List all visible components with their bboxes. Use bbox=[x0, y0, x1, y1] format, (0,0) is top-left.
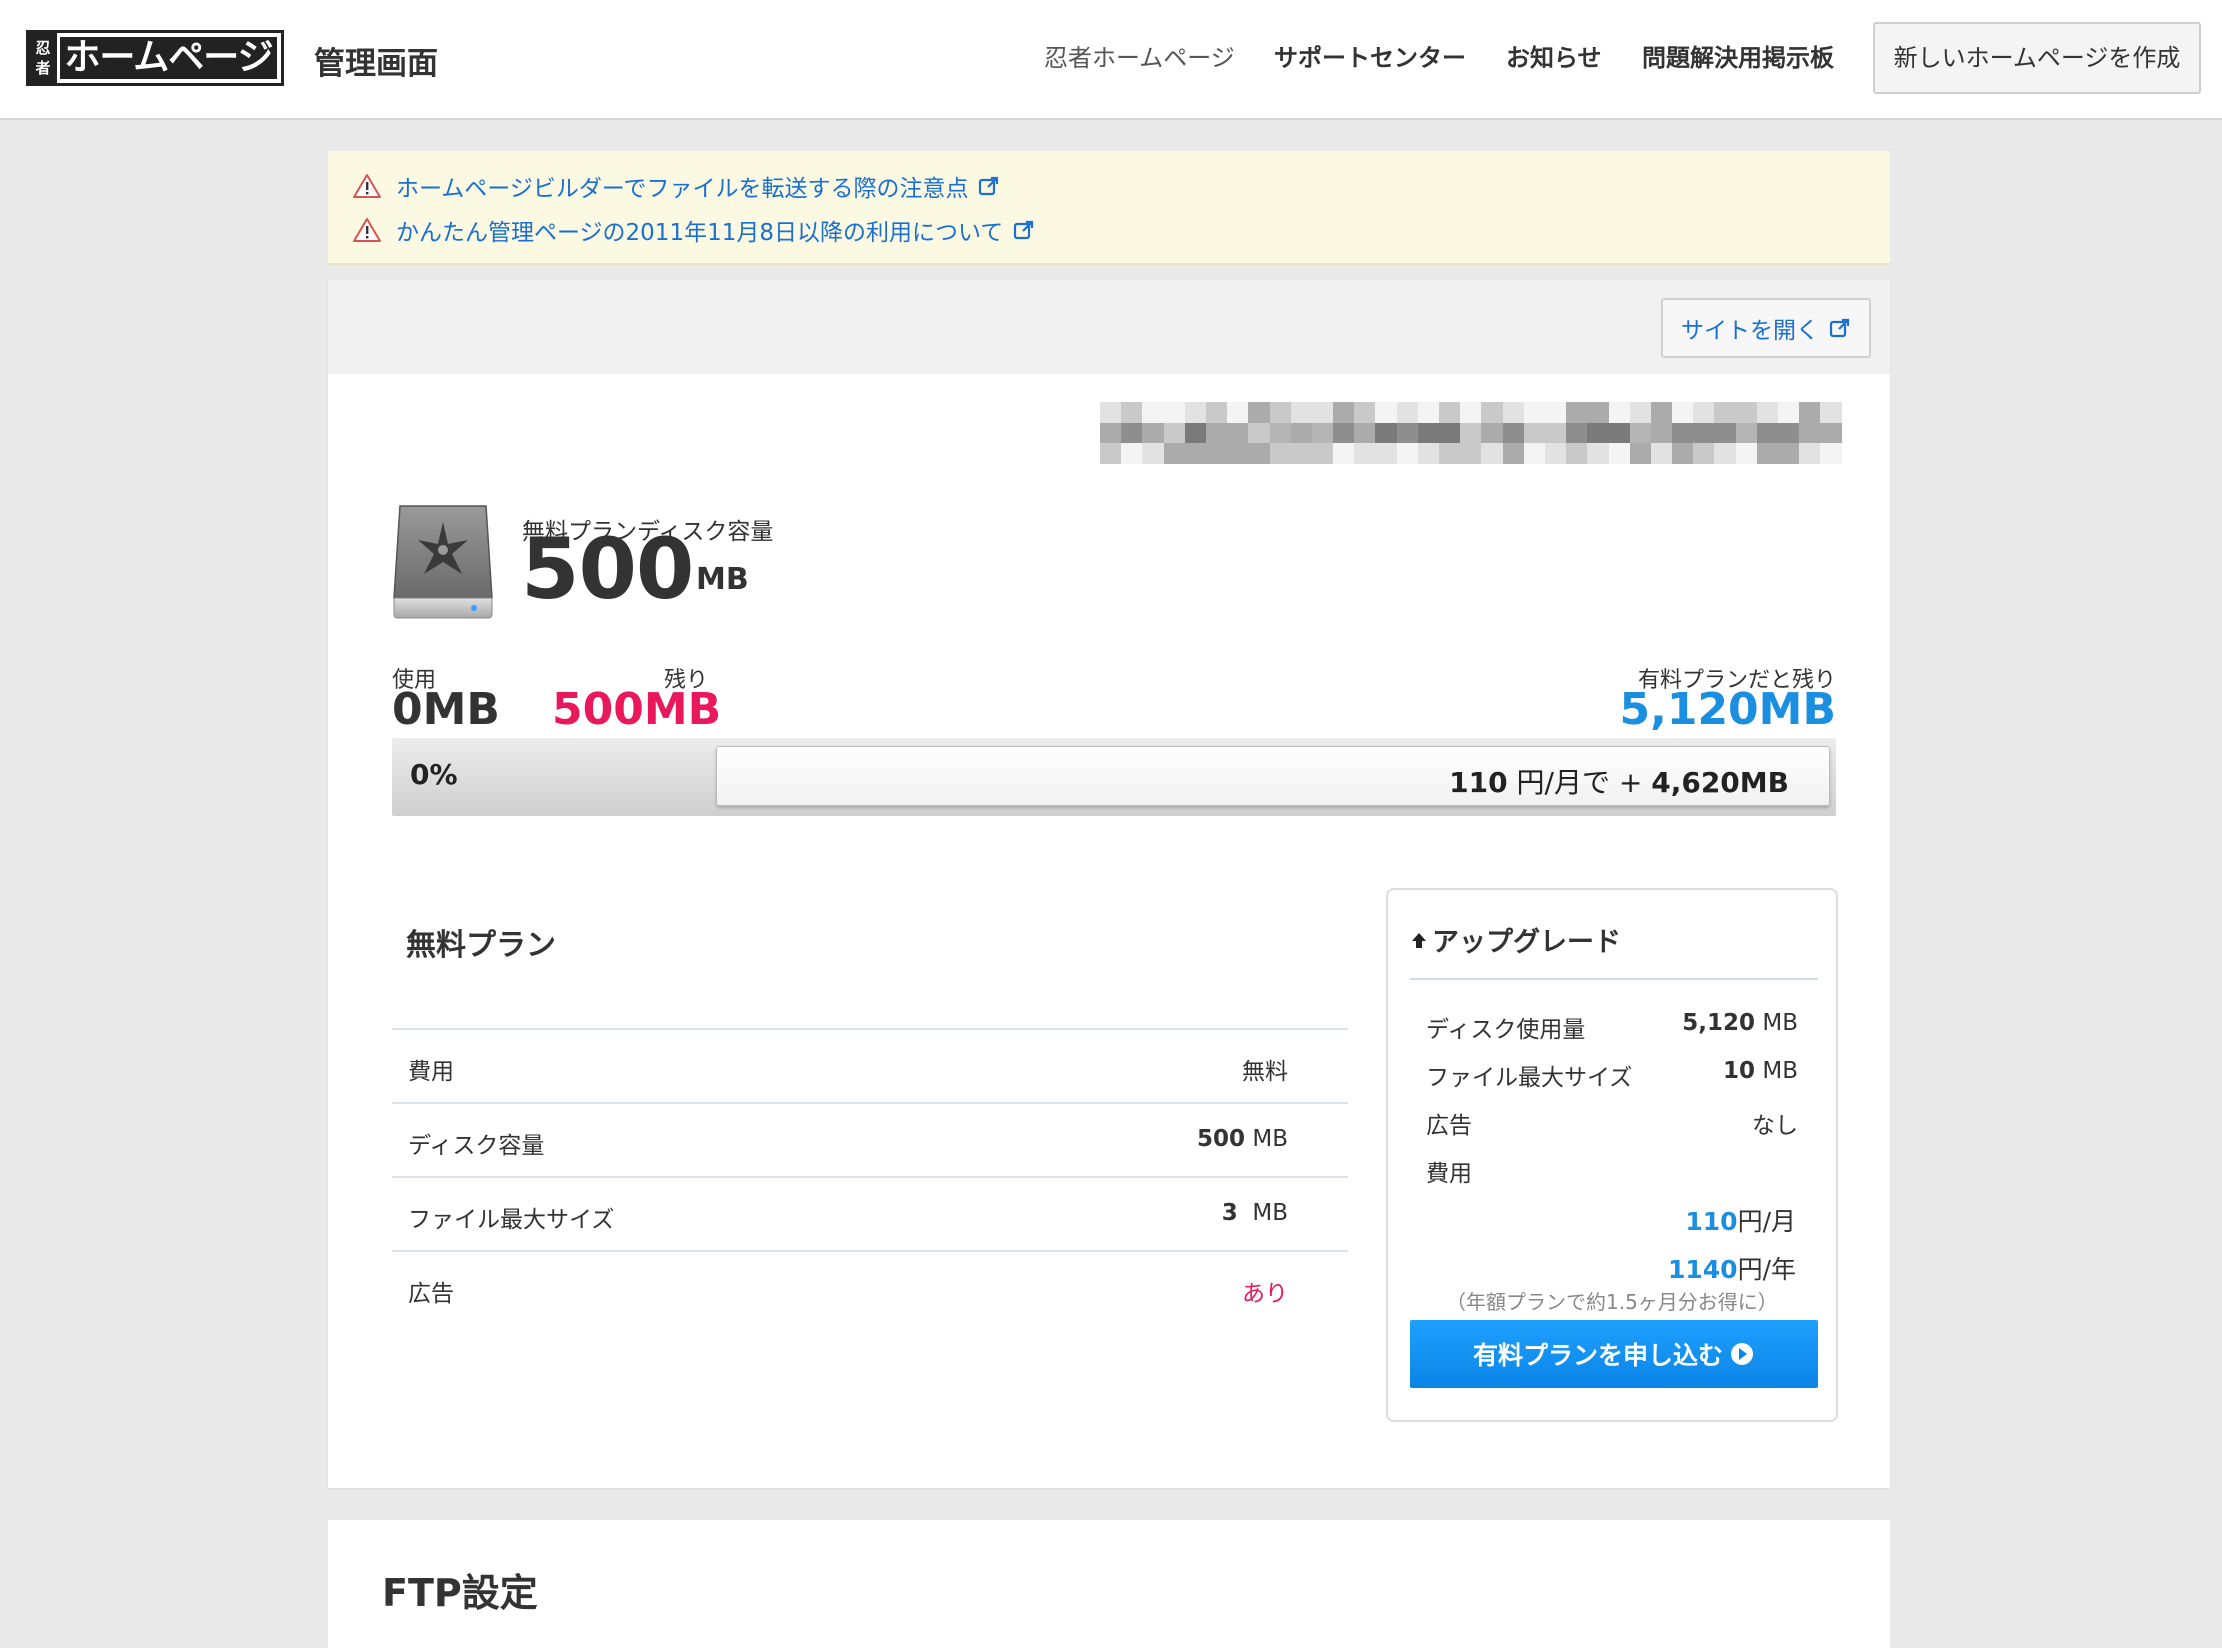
warning-icon bbox=[353, 174, 381, 198]
upgrade-title-text: アップグレード bbox=[1432, 927, 1621, 958]
notice-item[interactable]: かんたん管理ページの2011年11月8日以降の利用について bbox=[352, 213, 1035, 247]
bar-price-unit: 円/月で + bbox=[1516, 766, 1643, 799]
row-key: 費用 bbox=[408, 1059, 454, 1085]
ftp-settings-card: FTP設定 bbox=[328, 1520, 1890, 1648]
row-key: 広告 bbox=[408, 1281, 454, 1307]
warning-icon bbox=[353, 218, 381, 242]
top-header: 忍 者 ホームページ 管理画面 忍者ホームページ サポートセンター お知らせ 問… bbox=[0, 0, 2222, 120]
apply-paid-plan-button[interactable]: 有料プランを申し込む bbox=[1410, 1320, 1818, 1388]
yearly-price-value: 1140 bbox=[1667, 1255, 1738, 1284]
yearly-note: （年額プランで約1.5ヶ月分お得に） bbox=[1446, 1290, 1778, 1314]
logo-text: ホームページ bbox=[60, 37, 277, 79]
bar-extra: 4,620MB bbox=[1651, 766, 1789, 799]
nav-news[interactable]: お知らせ bbox=[1506, 38, 1602, 73]
row-key: ディスク容量 bbox=[408, 1133, 545, 1159]
nav-problem-board[interactable]: 問題解決用掲示板 bbox=[1642, 38, 1834, 73]
table-row: ディスク容量 500 MB bbox=[392, 1102, 1348, 1176]
upgrade-extra-bar[interactable]: 110 円/月で + 4,620MB bbox=[716, 746, 1830, 806]
disk-unit: MB bbox=[1252, 1126, 1288, 1152]
row-value: 10 MB bbox=[1723, 1058, 1798, 1084]
table-row: 費用 無料 bbox=[392, 1028, 1348, 1102]
upgrade-row: 費用 bbox=[1426, 1154, 1798, 1187]
disk-usage-unit: MB bbox=[1762, 1010, 1798, 1036]
table-row: ファイル最大サイズ 3 MB bbox=[392, 1176, 1348, 1250]
notice-link[interactable]: かんたん管理ページの2011年11月8日以降の利用について bbox=[396, 213, 1003, 247]
free-plan-table: 費用 無料 ディスク容量 500 MB ファイル最大サイズ 3 MB 広告 あり bbox=[392, 1028, 1348, 1324]
row-key: ディスク使用量 bbox=[1426, 1017, 1586, 1043]
paid-remaining-value: 5,120MB bbox=[1619, 684, 1837, 735]
upgrade-row: ディスク使用量 5,120 MB bbox=[1426, 1010, 1798, 1043]
row-key: 広告 bbox=[1426, 1113, 1472, 1139]
monthly-price: 110円/月 bbox=[1685, 1202, 1796, 1238]
nav-ninja-homepage[interactable]: 忍者ホームページ bbox=[1044, 38, 1235, 73]
site-card: サイトを開く 無料プランディスク容量 500 MB 使用 0MB 残り 500M… bbox=[328, 280, 1890, 1488]
row-value: 5,120 MB bbox=[1682, 1010, 1798, 1036]
row-key: ファイル最大サイズ bbox=[1426, 1065, 1633, 1091]
disk-value: 500 bbox=[1197, 1126, 1246, 1152]
max-file-unit: MB bbox=[1762, 1058, 1798, 1084]
upgrade-row: 広告 なし bbox=[1426, 1106, 1798, 1139]
row-value: 3 MB bbox=[1222, 1200, 1288, 1226]
notice-box: ホームページビルダーでファイルを転送する際の注意点 かんたん管理ページの2011… bbox=[328, 151, 1890, 265]
open-site-button[interactable]: サイトを開く bbox=[1661, 298, 1871, 358]
play-circle-icon bbox=[1731, 1343, 1753, 1365]
notice-link[interactable]: ホームページビルダーでファイルを転送する際の注意点 bbox=[396, 169, 968, 203]
bar-price: 110 bbox=[1449, 766, 1508, 799]
external-link-icon bbox=[1014, 220, 1034, 240]
redacted-site-url bbox=[1100, 402, 1842, 464]
disk-capacity-value: 500 bbox=[521, 520, 694, 618]
ninja-disk-icon bbox=[393, 505, 493, 619]
upgrade-extra-text: 110 円/月で + 4,620MB bbox=[1449, 761, 1789, 801]
admin-title: 管理画面 bbox=[314, 46, 438, 82]
external-link-icon bbox=[979, 176, 999, 196]
usage-percent: 0% bbox=[410, 758, 458, 791]
row-key: 費用 bbox=[1426, 1161, 1472, 1187]
remaining-value: 500MB bbox=[552, 684, 722, 735]
row-value: 無料 bbox=[1242, 1052, 1288, 1086]
ftp-settings-title: FTP設定 bbox=[382, 1571, 538, 1615]
disk-capacity-unit: MB bbox=[696, 562, 749, 597]
logo-kanji-2: 者 bbox=[35, 59, 51, 77]
file-size-unit: MB bbox=[1252, 1200, 1288, 1226]
external-link-icon bbox=[1829, 318, 1850, 338]
arrow-up-icon bbox=[1412, 932, 1426, 948]
yearly-price-unit: 円/年 bbox=[1737, 1255, 1796, 1284]
logo-kanji-1: 忍 bbox=[35, 39, 51, 57]
max-file-value: 10 bbox=[1723, 1058, 1756, 1084]
create-homepage-button[interactable]: 新しいホームページを作成 bbox=[1873, 22, 2201, 94]
disk-usage-value: 5,120 bbox=[1682, 1010, 1756, 1036]
logo-kanji: 忍 者 bbox=[29, 33, 57, 83]
monthly-price-unit: 円/月 bbox=[1737, 1207, 1796, 1236]
free-plan-title: 無料プラン bbox=[406, 928, 556, 963]
notice-item[interactable]: ホームページビルダーでファイルを転送する際の注意点 bbox=[352, 169, 1000, 203]
yearly-price: 1140円/年 bbox=[1668, 1250, 1796, 1286]
divider bbox=[1410, 978, 1818, 980]
upgrade-title: アップグレード bbox=[1410, 920, 1621, 959]
open-site-label: サイトを開く bbox=[1681, 318, 1819, 344]
disk-usage-bar: 0% 110 円/月で + 4,620MB bbox=[392, 738, 1836, 816]
ads-value: なし bbox=[1752, 1113, 1798, 1139]
cost-value: 無料 bbox=[1242, 1059, 1288, 1085]
table-row: 広告 あり bbox=[392, 1250, 1348, 1324]
card-toolbar: サイトを開く bbox=[328, 280, 1890, 374]
ninja-homepage-logo[interactable]: 忍 者 ホームページ bbox=[26, 30, 284, 86]
file-size-value: 3 bbox=[1221, 1200, 1238, 1226]
nav-support-center[interactable]: サポートセンター bbox=[1274, 38, 1466, 73]
row-value: 500 MB bbox=[1197, 1126, 1288, 1152]
monthly-price-value: 110 bbox=[1685, 1207, 1738, 1236]
used-value: 0MB bbox=[392, 684, 500, 735]
ads-value: あり bbox=[1242, 1281, 1288, 1307]
row-key: ファイル最大サイズ bbox=[408, 1207, 615, 1233]
apply-button-label: 有料プランを申し込む bbox=[1472, 1341, 1723, 1370]
upgrade-row: ファイル最大サイズ 10 MB bbox=[1426, 1058, 1798, 1091]
upgrade-box: アップグレード ディスク使用量 5,120 MB ファイル最大サイズ 10 MB… bbox=[1386, 888, 1838, 1422]
